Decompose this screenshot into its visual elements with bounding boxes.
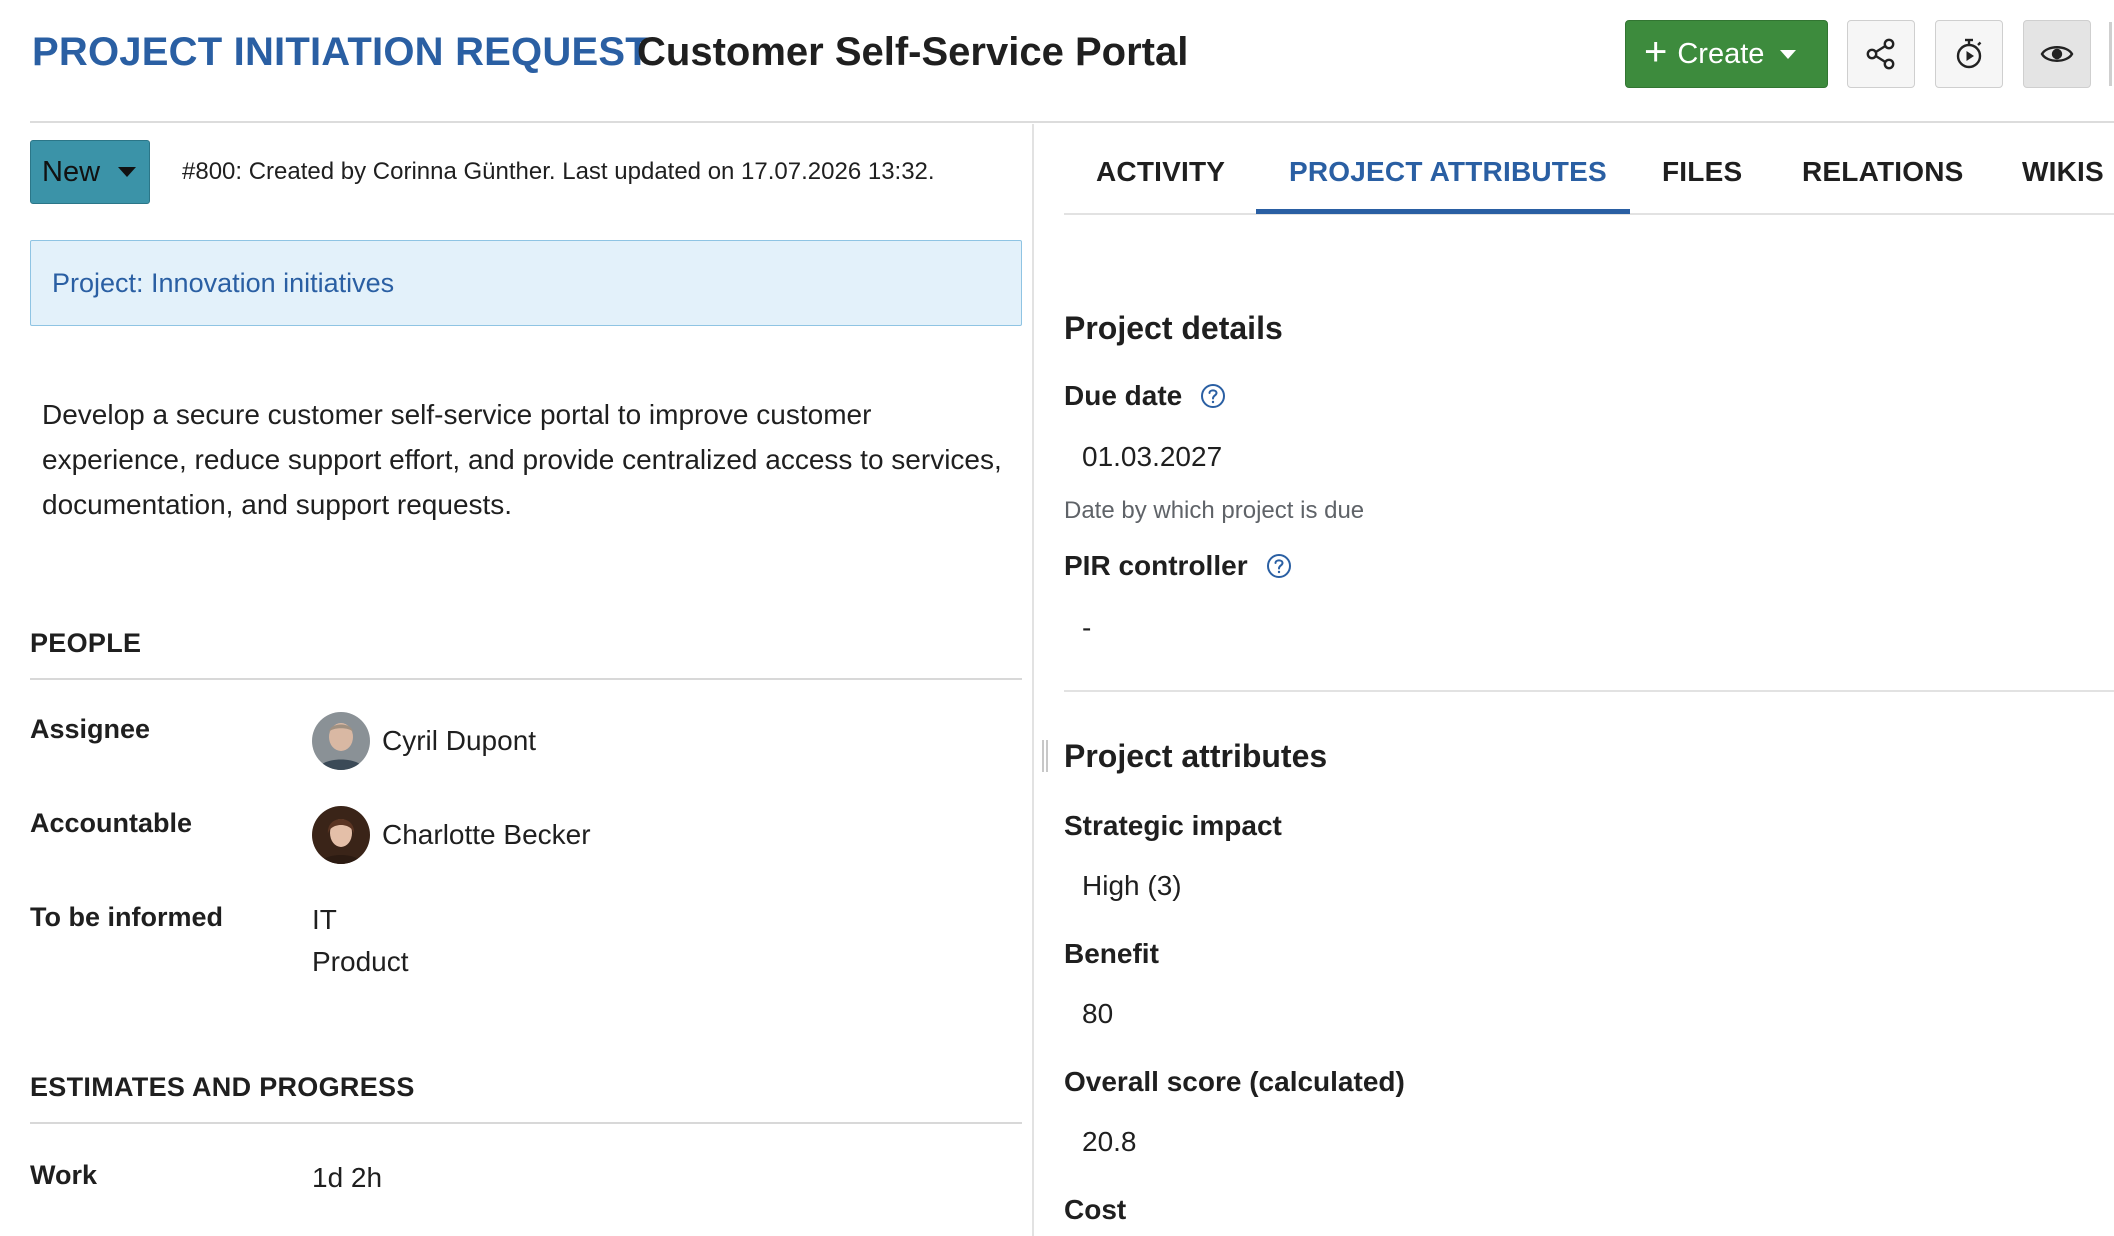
work-package-subject[interactable]: Customer Self-Service Portal	[637, 30, 1188, 75]
overall-score-value: 20.8	[1082, 1126, 1137, 1157]
assignee-field[interactable]: Cyril Dupont	[312, 712, 536, 770]
people-section-title: PEOPLE	[30, 628, 142, 658]
project-attributes-title: Project attributes	[1064, 738, 1328, 774]
status-dropdown[interactable]: New	[30, 140, 150, 204]
pir-controller-label: PIR controller	[1064, 550, 1248, 581]
tab-project-attributes[interactable]: PROJECT ATTRIBUTES	[1289, 156, 1607, 188]
chevron-down-icon	[118, 167, 137, 177]
help-icon[interactable]	[1200, 383, 1226, 409]
eye-icon	[2040, 46, 2074, 62]
avatar	[312, 712, 370, 770]
estimates-divider	[30, 1122, 1022, 1124]
pir-controller-value[interactable]: -	[1082, 612, 1091, 644]
help-icon[interactable]	[1266, 553, 1292, 579]
tab-relations[interactable]: RELATIONS	[1802, 156, 1964, 188]
time-tracking-button[interactable]	[1935, 20, 2003, 88]
create-button-label: Create	[1677, 37, 1765, 70]
due-date-value[interactable]: 01.03.2027	[1082, 441, 1222, 473]
work-label: Work	[30, 1160, 98, 1190]
avatar	[312, 806, 370, 864]
cost-label: Cost	[1064, 1194, 1127, 1225]
toolbar-overflow-edge	[2109, 22, 2112, 86]
project-link[interactable]: Project: Innovation initiatives	[52, 268, 394, 299]
informed-group-it[interactable]: IT	[312, 904, 337, 936]
chevron-down-icon	[1780, 49, 1797, 59]
work-package-meta: #800: Created by Corinna Günther. Last u…	[182, 158, 935, 185]
share-icon	[1866, 38, 1895, 70]
page-header: PROJECT INITIATION REQUEST Customer Self…	[0, 0, 2114, 123]
project-banner[interactable]: Project: Innovation initiatives	[30, 240, 1022, 326]
project-details-title: Project details	[1064, 310, 1283, 346]
work-package-type: PROJECT INITIATION REQUEST	[32, 30, 650, 74]
estimates-section-title: ESTIMATES AND PROGRESS	[30, 1072, 415, 1102]
due-date-label: Due date	[1064, 380, 1183, 411]
informed-group-product[interactable]: Product	[312, 946, 409, 978]
tab-activity[interactable]: ACTIVITY	[1096, 156, 1225, 188]
timer-icon	[1956, 38, 1982, 69]
benefit-label: Benefit	[1064, 938, 1159, 969]
resize-handle[interactable]	[1042, 740, 1048, 772]
strategic-impact-label: Strategic impact	[1064, 810, 1282, 841]
strategic-impact-value[interactable]: High (3)	[1082, 870, 1182, 902]
share-button[interactable]	[1847, 20, 1915, 88]
description-text[interactable]: Develop a secure customer self-service p…	[42, 392, 1002, 527]
assignee-label: Assignee	[30, 714, 151, 744]
assignee-name: Cyril Dupont	[382, 725, 537, 756]
accountable-name: Charlotte Becker	[382, 819, 591, 850]
section-divider	[1064, 690, 2114, 692]
due-date-label-row: Due date	[1064, 380, 1226, 412]
tab-wikis[interactable]: WIKIS	[2022, 156, 2104, 188]
tab-files[interactable]: FILES	[1662, 156, 1742, 188]
accountable-label: Accountable	[30, 808, 193, 838]
column-divider	[1032, 124, 1034, 1236]
plus-icon: +	[1644, 30, 1668, 74]
watch-button[interactable]	[2023, 20, 2091, 88]
active-tab-indicator	[1256, 209, 1630, 214]
people-divider	[30, 678, 1022, 680]
pir-controller-label-row: PIR controller	[1064, 550, 1292, 582]
informed-label: To be informed	[30, 902, 223, 932]
benefit-value[interactable]: 80	[1082, 998, 1113, 1030]
create-button[interactable]: + Create	[1625, 20, 1828, 88]
work-value[interactable]: 1d 2h	[312, 1162, 382, 1194]
header-divider	[30, 121, 2114, 123]
status-label: New	[42, 155, 101, 188]
accountable-field[interactable]: Charlotte Becker	[312, 806, 591, 864]
due-date-help-text: Date by which project is due	[1064, 497, 1365, 524]
overall-score-label: Overall score (calculated)	[1064, 1066, 1405, 1097]
